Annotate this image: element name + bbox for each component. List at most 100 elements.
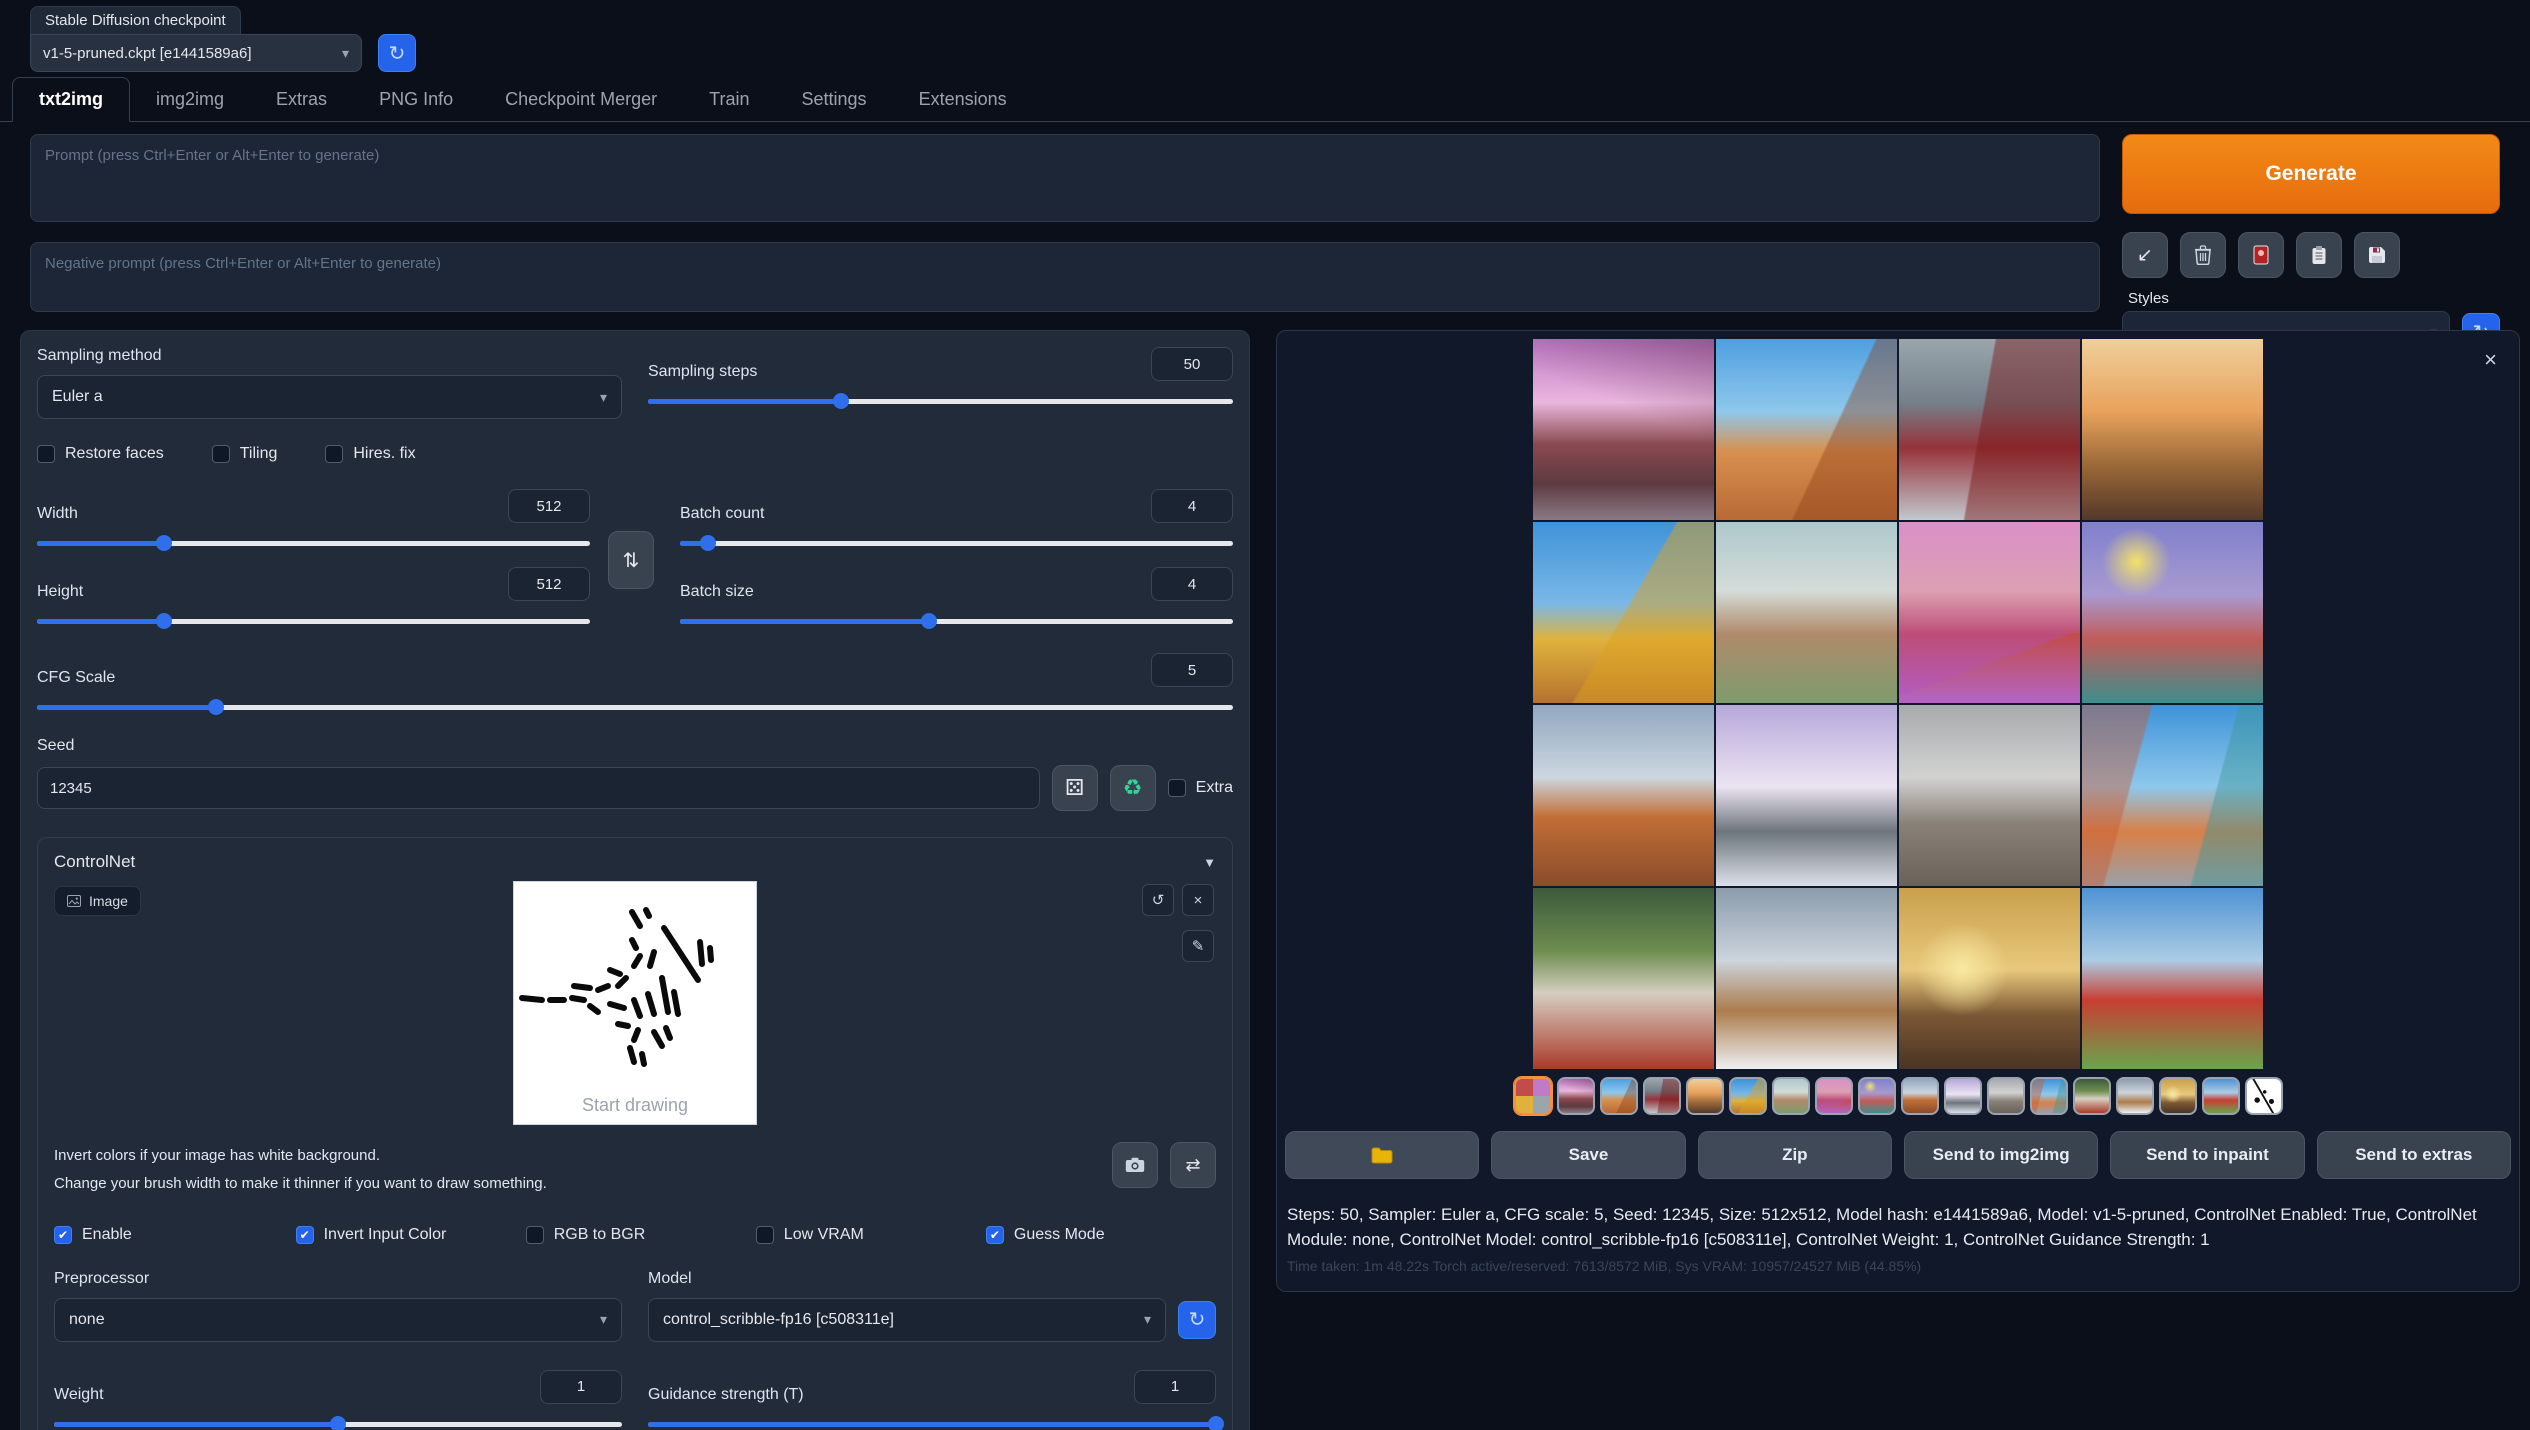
preprocessor-select[interactable]: none ▾ [54,1298,622,1342]
controlnet-header[interactable]: ControlNet ▼ [54,852,1216,872]
thumbnail-red-barns-snow[interactable] [1643,1077,1681,1115]
extra-networks-button[interactable] [2238,232,2284,278]
gallery-image-orange-house-blue-sky[interactable] [1716,339,1897,520]
width-value[interactable]: 512 [508,489,590,523]
thumbnail-red-white-house-garden[interactable] [2073,1077,2111,1115]
cfg-scale-value[interactable]: 5 [1151,653,1233,687]
thumbnail-colorful-street[interactable] [2030,1077,2068,1115]
thumbnail-yellow-house[interactable] [1729,1077,1767,1115]
model-refresh-button[interactable]: ↻ [1178,1301,1216,1339]
thumbnail-dusk-sun-houses[interactable] [1858,1077,1896,1115]
thumbnail-red-barn-green-field[interactable] [2202,1077,2240,1115]
checkpoint-select[interactable]: v1-5-pruned.ckpt [e1441589a6] ▾ [30,34,362,72]
gallery-image-red-white-house-garden[interactable] [1533,888,1714,1069]
low-vram-checkbox[interactable]: Low VRAM [756,1226,986,1244]
tab-settings[interactable]: Settings [776,78,893,121]
batch-size-slider[interactable] [680,611,1233,631]
thumbnail-red-house-purple-path[interactable] [1815,1077,1853,1115]
canvas-brush-button[interactable]: ✎ [1182,930,1214,962]
cfg-scale-slider[interactable] [37,697,1233,717]
canvas-clear-button[interactable]: × [1182,884,1214,916]
height-value[interactable]: 512 [508,567,590,601]
tab-png-info[interactable]: PNG Info [353,78,479,121]
gallery-image-orange-houses-road[interactable] [1533,705,1714,886]
random-seed-button[interactable]: ⚄ [1052,765,1098,811]
canvas-undo-button[interactable]: ↺ [1142,884,1174,916]
apply-style-button[interactable] [2296,232,2342,278]
batch-count-value[interactable]: 4 [1151,489,1233,523]
thumbnail-sunset-brown-houses[interactable] [1686,1077,1724,1115]
generate-button[interactable]: Generate [2122,134,2500,214]
sampling-steps-value[interactable]: 50 [1151,347,1233,381]
prompt-input[interactable]: Prompt (press Ctrl+Enter or Alt+Enter to… [30,134,2100,222]
checkpoint-refresh-button[interactable]: ↻ [378,34,416,72]
gallery-image-snowy-mountain-houses[interactable] [1716,888,1897,1069]
zip-button[interactable]: Zip [1698,1131,1892,1179]
gallery-close-button[interactable]: × [2484,347,2497,373]
clear-prompt-button[interactable] [2180,232,2226,278]
gallery-image-village-purple-sky[interactable] [1533,339,1714,520]
gallery-image-grayscale-old-house[interactable] [1899,705,2080,886]
controlnet-enable-checkbox[interactable]: ✔ Enable [54,1226,296,1244]
gallery-image-snow-houses-purple-sky[interactable] [1716,705,1897,886]
tab-extensions[interactable]: Extensions [893,78,1033,121]
thumbnail-orange-house-blue-sky[interactable] [1600,1077,1638,1115]
seed-input[interactable]: 12345 [37,767,1040,809]
weight-value[interactable]: 1 [540,1370,622,1404]
controlnet-image-tab[interactable]: Image [54,886,141,916]
thumbnail-grid-montage[interactable] [1514,1077,1552,1115]
negative-prompt-input[interactable]: Negative prompt (press Ctrl+Enter or Alt… [30,242,2100,312]
thumbnail-orange-houses-road[interactable] [1901,1077,1939,1115]
thumbnail-village-purple-sky[interactable] [1557,1077,1595,1115]
tab-extras[interactable]: Extras [250,78,353,121]
restore-faces-checkbox[interactable]: Restore faces [37,445,164,463]
guess-mode-checkbox[interactable]: ✔ Guess Mode [986,1226,1216,1244]
guidance-strength-slider[interactable] [648,1414,1216,1430]
paste-params-button[interactable]: ↙ [2122,232,2168,278]
invert-input-color-checkbox[interactable]: ✔ Invert Input Color [296,1226,526,1244]
controlnet-drawing-canvas[interactable]: Start drawing [514,882,756,1124]
send-to-inpaint-button[interactable]: Send to inpaint [2110,1131,2304,1179]
thumbnail-brick-house-pale-sky[interactable] [1772,1077,1810,1115]
thumbnail-grayscale-old-house[interactable] [1987,1077,2025,1115]
thumbnail-scribble-input[interactable] [2245,1077,2283,1115]
guidance-strength-value[interactable]: 1 [1134,1370,1216,1404]
weight-slider[interactable] [54,1414,622,1430]
batch-size-value[interactable]: 4 [1151,567,1233,601]
thumbnail-golden-sunset-house[interactable] [2159,1077,2197,1115]
send-to-extras-button[interactable]: Send to extras [2317,1131,2511,1179]
batch-count-slider[interactable] [680,533,1233,553]
sampling-method-select[interactable]: Euler a ▾ [37,375,622,419]
tab-txt2img[interactable]: txt2img [12,77,130,122]
sampling-steps-slider[interactable] [648,391,1233,411]
tiling-checkbox[interactable]: Tiling [212,445,278,463]
tab-img2img[interactable]: img2img [130,78,250,121]
width-slider[interactable] [37,533,590,553]
rgb-to-bgr-checkbox[interactable]: RGB to BGR [526,1226,756,1244]
gallery-image-golden-sunset-house[interactable] [1899,888,2080,1069]
send-to-img2img-button[interactable]: Send to img2img [1904,1131,2098,1179]
extra-seed-checkbox[interactable]: Extra [1168,779,1233,797]
tab-train[interactable]: Train [683,78,775,121]
gallery-image-sunset-brown-houses[interactable] [2082,339,2263,520]
gallery-image-yellow-house[interactable] [1533,522,1714,703]
webcam-button[interactable] [1112,1142,1158,1188]
gallery-image-brick-house-pale-sky[interactable] [1716,522,1897,703]
thumbnail-snowy-mountain-houses[interactable] [2116,1077,2154,1115]
gallery-image-red-house-purple-path[interactable] [1899,522,2080,703]
reuse-seed-button[interactable]: ♻ [1110,765,1156,811]
height-slider[interactable] [37,611,590,631]
thumbnail-snow-houses-purple-sky[interactable] [1944,1077,1982,1115]
mirror-webcam-button[interactable]: ⇄ [1170,1142,1216,1188]
save-button[interactable]: Save [1491,1131,1685,1179]
gallery-image-red-barns-snow[interactable] [1899,339,2080,520]
gallery-image-colorful-street[interactable] [2082,705,2263,886]
swap-dimensions-button[interactable]: ⇅ [608,531,654,589]
open-folder-button[interactable] [1285,1131,1479,1179]
controlnet-model-select[interactable]: control_scribble-fp16 [c508311e] ▾ [648,1298,1166,1342]
save-style-button[interactable] [2354,232,2400,278]
gallery-image-red-barn-green-field[interactable] [2082,888,2263,1069]
hires-fix-checkbox[interactable]: Hires. fix [325,445,415,463]
tab-checkpoint-merger[interactable]: Checkpoint Merger [479,78,683,121]
gallery-image-dusk-sun-houses[interactable] [2082,522,2263,703]
